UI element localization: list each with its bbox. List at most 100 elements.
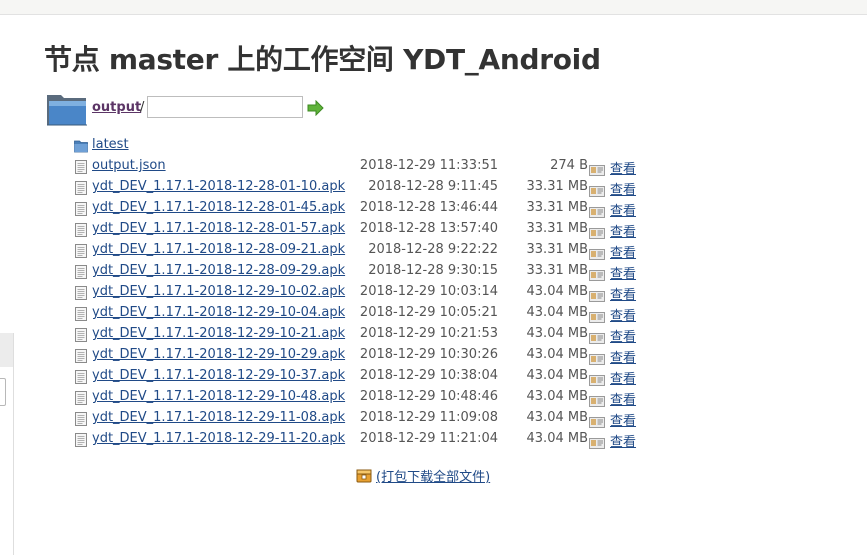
file-row: output.json 2018-12-29 11:33:51 274 B 查看 <box>74 156 654 177</box>
view-file-link[interactable]: 查看 <box>610 389 636 408</box>
file-name-link[interactable]: ydt_DEV_1.17.1-2018-12-28-01-10.apk <box>92 179 345 194</box>
view-file-link[interactable]: 查看 <box>610 263 636 282</box>
file-date: 2018-12-28 9:11:45 <box>368 179 498 194</box>
text-file-icon <box>74 180 88 195</box>
text-file-icon <box>74 306 88 321</box>
view-file-icon[interactable] <box>589 308 605 323</box>
text-file-icon <box>74 432 88 447</box>
zip-archive-icon <box>356 469 372 483</box>
view-file-icon[interactable] <box>589 371 605 386</box>
file-name-link[interactable]: output.json <box>92 158 166 173</box>
view-file-icon[interactable] <box>589 287 605 302</box>
file-size: 43.04 MB <box>526 326 588 341</box>
file-name-link[interactable]: ydt_DEV_1.17.1-2018-12-29-10-48.apk <box>92 389 345 404</box>
top-bar <box>0 0 867 15</box>
file-name-link[interactable]: ydt_DEV_1.17.1-2018-12-28-01-45.apk <box>92 200 345 215</box>
view-file-link[interactable]: 查看 <box>610 200 636 219</box>
view-file-icon[interactable] <box>589 266 605 281</box>
file-name-link[interactable]: ydt_DEV_1.17.1-2018-12-28-09-29.apk <box>92 263 345 278</box>
folder-row: latest <box>74 135 654 156</box>
file-size: 43.04 MB <box>526 347 588 362</box>
file-date: 2018-12-29 11:21:04 <box>359 431 498 446</box>
view-file-icon[interactable] <box>589 329 605 344</box>
file-size: 33.31 MB <box>526 179 588 194</box>
left-sidebar-edge <box>0 333 14 555</box>
file-name-link[interactable]: ydt_DEV_1.17.1-2018-12-29-11-20.apk <box>92 431 345 446</box>
file-name-link[interactable]: ydt_DEV_1.17.1-2018-12-29-10-21.apk <box>92 326 345 341</box>
file-date: 2018-12-29 10:48:46 <box>359 389 498 404</box>
file-size: 33.31 MB <box>526 200 588 215</box>
file-listing: latest output.json 2018-12-29 11:33:51 274 … <box>74 135 654 450</box>
file-date: 2018-12-29 10:30:26 <box>359 347 498 362</box>
file-row: ydt_DEV_1.17.1-2018-12-29-10-04.apk 2018-… <box>74 303 654 324</box>
file-date: 2018-12-29 10:03:14 <box>359 284 498 299</box>
file-date: 2018-12-29 10:21:53 <box>359 326 498 341</box>
file-name-link[interactable]: ydt_DEV_1.17.1-2018-12-29-10-02.apk <box>92 284 345 299</box>
view-file-icon[interactable] <box>589 224 605 239</box>
text-file-icon <box>74 201 88 216</box>
file-row: ydt_DEV_1.17.1-2018-12-29-10-29.apk 2018-… <box>74 345 654 366</box>
file-name-link[interactable]: latest <box>92 137 129 152</box>
view-file-link[interactable]: 查看 <box>610 410 636 429</box>
file-date: 2018-12-29 11:33:51 <box>359 158 498 173</box>
file-row: ydt_DEV_1.17.1-2018-12-29-10-02.apk 2018-… <box>74 282 654 303</box>
file-size: 43.04 MB <box>526 305 588 320</box>
text-file-icon <box>74 285 88 300</box>
text-file-icon <box>74 369 88 384</box>
view-file-icon[interactable] <box>589 182 605 197</box>
view-file-link[interactable]: 查看 <box>610 242 636 261</box>
text-file-icon <box>74 243 88 258</box>
file-row: ydt_DEV_1.17.1-2018-12-28-01-57.apk 2018-… <box>74 219 654 240</box>
file-name-link[interactable]: ydt_DEV_1.17.1-2018-12-29-10-04.apk <box>92 305 345 320</box>
file-row: ydt_DEV_1.17.1-2018-12-28-09-29.apk 2018-… <box>74 261 654 282</box>
download-all-link[interactable]: (打包下载全部文件) <box>376 466 490 485</box>
path-input[interactable] <box>147 96 303 118</box>
green-arrow-icon[interactable] <box>307 100 324 116</box>
page-title: 节点 master 上的工作空间 YDT_Android <box>44 43 601 76</box>
file-row: ydt_DEV_1.17.1-2018-12-29-10-48.apk 2018-… <box>74 387 654 408</box>
text-file-icon <box>74 159 88 174</box>
file-row: ydt_DEV_1.17.1-2018-12-29-10-37.apk 2018-… <box>74 366 654 387</box>
view-file-link[interactable]: 查看 <box>610 284 636 303</box>
view-file-link[interactable]: 查看 <box>610 368 636 387</box>
file-name-link[interactable]: ydt_DEV_1.17.1-2018-12-29-10-29.apk <box>92 347 345 362</box>
view-file-icon[interactable] <box>589 392 605 407</box>
view-file-icon[interactable] <box>589 434 605 449</box>
file-size: 43.04 MB <box>526 368 588 383</box>
text-file-icon <box>74 390 88 405</box>
view-file-link[interactable]: 查看 <box>610 431 636 450</box>
text-file-icon <box>74 411 88 426</box>
folder-icon <box>74 138 88 153</box>
text-file-icon <box>74 222 88 237</box>
breadcrumb-separator: / <box>140 100 145 115</box>
file-date: 2018-12-29 10:38:04 <box>359 368 498 383</box>
view-file-icon[interactable] <box>589 203 605 218</box>
file-name-link[interactable]: ydt_DEV_1.17.1-2018-12-28-01-57.apk <box>92 221 345 236</box>
file-name-link[interactable]: ydt_DEV_1.17.1-2018-12-28-09-21.apk <box>92 242 345 257</box>
file-date: 2018-12-28 9:30:15 <box>368 263 498 278</box>
file-size: 33.31 MB <box>526 242 588 257</box>
file-row: ydt_DEV_1.17.1-2018-12-28-01-10.apk 2018-… <box>74 177 654 198</box>
breadcrumb-output[interactable]: output <box>92 100 141 115</box>
view-file-link[interactable]: 查看 <box>610 347 636 366</box>
view-file-link[interactable]: 查看 <box>610 179 636 198</box>
view-file-icon[interactable] <box>589 350 605 365</box>
view-file-link[interactable]: 查看 <box>610 221 636 240</box>
file-size: 33.31 MB <box>526 221 588 236</box>
file-row: ydt_DEV_1.17.1-2018-12-28-01-45.apk 2018-… <box>74 198 654 219</box>
file-size: 43.04 MB <box>526 284 588 299</box>
view-file-link[interactable]: 查看 <box>610 326 636 345</box>
file-size: 43.04 MB <box>526 431 588 446</box>
view-file-link[interactable]: 查看 <box>610 305 636 324</box>
file-date: 2018-12-28 13:46:44 <box>359 200 498 215</box>
view-file-icon[interactable] <box>589 161 605 176</box>
file-name-link[interactable]: ydt_DEV_1.17.1-2018-12-29-10-37.apk <box>92 368 345 383</box>
view-file-icon[interactable] <box>589 245 605 260</box>
file-date: 2018-12-28 13:57:40 <box>359 221 498 236</box>
sidebar-control[interactable] <box>0 378 6 406</box>
view-file-link[interactable]: 查看 <box>610 158 636 177</box>
file-name-link[interactable]: ydt_DEV_1.17.1-2018-12-29-11-08.apk <box>92 410 345 425</box>
file-row: ydt_DEV_1.17.1-2018-12-28-09-21.apk 2018-… <box>74 240 654 261</box>
file-date: 2018-12-29 11:09:08 <box>359 410 498 425</box>
view-file-icon[interactable] <box>589 413 605 428</box>
